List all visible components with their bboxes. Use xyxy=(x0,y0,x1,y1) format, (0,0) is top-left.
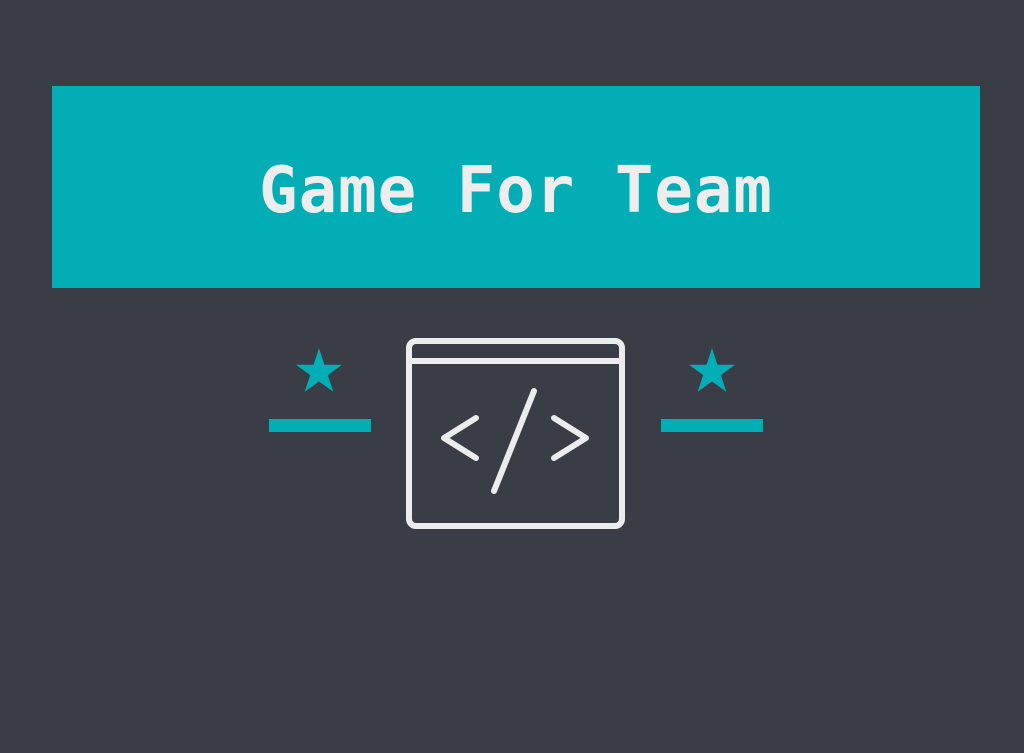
less-than-symbol xyxy=(441,415,479,461)
left-star-badge xyxy=(269,348,371,432)
code-window-icon xyxy=(406,338,625,529)
star-icon xyxy=(295,348,343,392)
right-underline-bar xyxy=(661,419,763,432)
greater-than-symbol xyxy=(551,415,589,461)
left-underline-bar xyxy=(269,419,371,432)
emblem xyxy=(269,338,763,529)
right-star-badge xyxy=(661,348,763,432)
slash-symbol xyxy=(491,388,537,494)
star-icon xyxy=(688,348,736,392)
